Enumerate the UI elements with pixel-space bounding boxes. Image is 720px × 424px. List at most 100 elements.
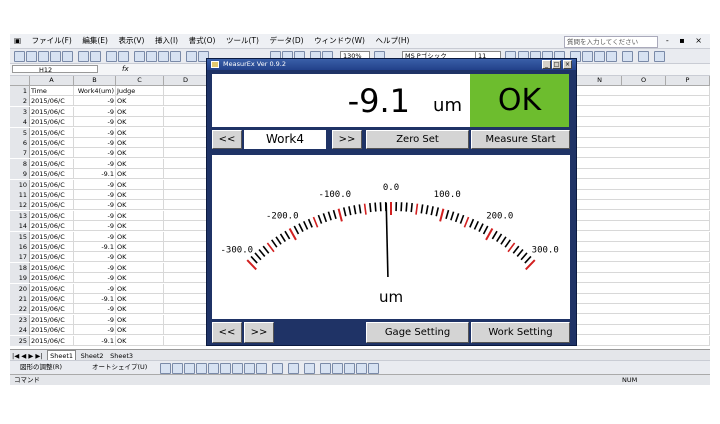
row-number[interactable]: 18 [10, 262, 30, 273]
column-header-c[interactable]: C [116, 76, 164, 85]
cell-empty[interactable] [164, 335, 208, 346]
next-work-button[interactable]: >> [332, 130, 362, 149]
cell-judge[interactable]: OK [116, 283, 164, 294]
dash-style-icon[interactable] [332, 363, 343, 374]
close-icon[interactable]: × [563, 60, 572, 69]
cell-work4[interactable]: -9 [74, 283, 116, 294]
percent-icon[interactable] [582, 51, 593, 62]
cell-time[interactable]: 2015/06/C [30, 231, 74, 242]
draw-menu[interactable]: 図形の調整(R) [20, 361, 62, 374]
menu-view[interactable]: 表示(V) [115, 34, 149, 48]
menu-help[interactable]: ヘルプ(H) [371, 34, 413, 48]
cell-time[interactable]: Time [30, 86, 74, 96]
cell-empty[interactable] [164, 106, 208, 117]
gage-setting-button[interactable]: Gage Setting [366, 322, 469, 343]
cell-empty[interactable] [164, 273, 208, 284]
row-number[interactable]: 6 [10, 138, 30, 148]
cell-time[interactable]: 2015/06/C [30, 158, 74, 169]
cell-judge[interactable]: OK [116, 294, 164, 304]
cell-judge[interactable]: OK [116, 148, 164, 159]
cell-judge[interactable]: OK [116, 231, 164, 242]
cell-empty[interactable] [164, 221, 208, 232]
measurex-title-bar[interactable]: MeasurEx Ver 0.9.2 _ □ × [207, 59, 576, 70]
cell-work4[interactable]: -9 [74, 158, 116, 169]
cell-work4[interactable]: Work4(um) [74, 86, 116, 96]
cell-empty-right[interactable] [578, 325, 710, 336]
excel-window-controls[interactable]: - ▪ × [666, 34, 706, 48]
cell-empty-right[interactable] [578, 200, 710, 211]
cell-empty-right[interactable] [578, 221, 710, 232]
row-number[interactable]: 1 [10, 86, 30, 96]
cell-empty-right[interactable] [578, 210, 710, 221]
copy-icon[interactable] [146, 51, 157, 62]
cell-empty[interactable] [164, 169, 208, 180]
clipart-icon[interactable] [244, 363, 255, 374]
cell-empty-right[interactable] [578, 169, 710, 180]
new-icon[interactable] [14, 51, 25, 62]
cell-judge[interactable]: OK [116, 262, 164, 273]
cell-judge[interactable]: OK [116, 127, 164, 138]
cell-time[interactable]: 2015/06/C [30, 210, 74, 221]
paste-icon[interactable] [158, 51, 169, 62]
cell-work4[interactable]: -9 [74, 314, 116, 325]
cell-time[interactable]: 2015/06/C [30, 117, 74, 128]
gauge-prev-button[interactable]: << [212, 322, 242, 343]
cell-judge[interactable]: OK [116, 158, 164, 169]
minimize-icon[interactable]: _ [542, 60, 551, 69]
cell-empty-right[interactable] [578, 158, 710, 169]
cell-judge[interactable]: OK [116, 138, 164, 148]
cell-empty[interactable] [164, 148, 208, 159]
menu-insert[interactable]: 挿入(I) [151, 34, 182, 48]
row-number[interactable]: 3 [10, 106, 30, 117]
menu-tools[interactable]: ツール(T) [222, 34, 263, 48]
column-header-b[interactable]: B [74, 76, 116, 85]
row-number[interactable]: 19 [10, 273, 30, 284]
row-number[interactable]: 12 [10, 200, 30, 211]
gauge-next-button[interactable]: >> [244, 322, 274, 343]
cell-time[interactable]: 2015/06/C [30, 283, 74, 294]
menu-window[interactable]: ウィンドウ(W) [310, 34, 369, 48]
open-icon[interactable] [26, 51, 37, 62]
prev-work-button[interactable]: << [212, 130, 242, 149]
cell-empty-right[interactable] [578, 262, 710, 273]
row-number[interactable]: 23 [10, 314, 30, 325]
cell-work4[interactable]: -9 [74, 325, 116, 336]
cell-empty[interactable] [164, 190, 208, 200]
select-all-corner[interactable] [10, 76, 30, 85]
row-number[interactable]: 15 [10, 231, 30, 242]
cell-empty-right[interactable] [578, 304, 710, 315]
row-number[interactable]: 13 [10, 210, 30, 221]
menu-file[interactable]: ファイル(F) [28, 34, 76, 48]
email-icon[interactable] [62, 51, 73, 62]
print-preview-icon[interactable] [90, 51, 101, 62]
cell-empty[interactable] [164, 304, 208, 315]
row-number[interactable]: 8 [10, 158, 30, 169]
cell-time[interactable]: 2015/06/C [30, 314, 74, 325]
row-number[interactable]: 22 [10, 304, 30, 315]
cell-empty[interactable] [164, 210, 208, 221]
cut-icon[interactable] [134, 51, 145, 62]
menu-data[interactable]: データ(D) [265, 34, 307, 48]
menu-edit[interactable]: 編集(E) [78, 34, 112, 48]
undo-icon[interactable] [186, 51, 197, 62]
cell-empty-right[interactable] [578, 273, 710, 284]
row-number[interactable]: 11 [10, 190, 30, 200]
cell-empty[interactable] [164, 96, 208, 107]
cell-time[interactable]: 2015/06/C [30, 252, 74, 263]
autoshape-menu[interactable]: オートシェイプ(U) [92, 361, 147, 374]
row-number[interactable]: 21 [10, 294, 30, 304]
cell-time[interactable]: 2015/06/C [30, 335, 74, 346]
comma-icon[interactable] [594, 51, 605, 62]
cell-empty-right[interactable] [578, 117, 710, 128]
cell-time[interactable]: 2015/06/C [30, 106, 74, 117]
cell-empty[interactable] [164, 127, 208, 138]
cell-empty[interactable] [164, 283, 208, 294]
cell-work4[interactable]: -9.1 [74, 294, 116, 304]
cell-time[interactable]: 2015/06/C [30, 138, 74, 148]
row-number[interactable]: 24 [10, 325, 30, 336]
cell-time[interactable]: 2015/06/C [30, 262, 74, 273]
row-number[interactable]: 2 [10, 96, 30, 107]
cell-empty[interactable] [164, 138, 208, 148]
diagram-icon[interactable] [232, 363, 243, 374]
row-number[interactable]: 14 [10, 221, 30, 232]
